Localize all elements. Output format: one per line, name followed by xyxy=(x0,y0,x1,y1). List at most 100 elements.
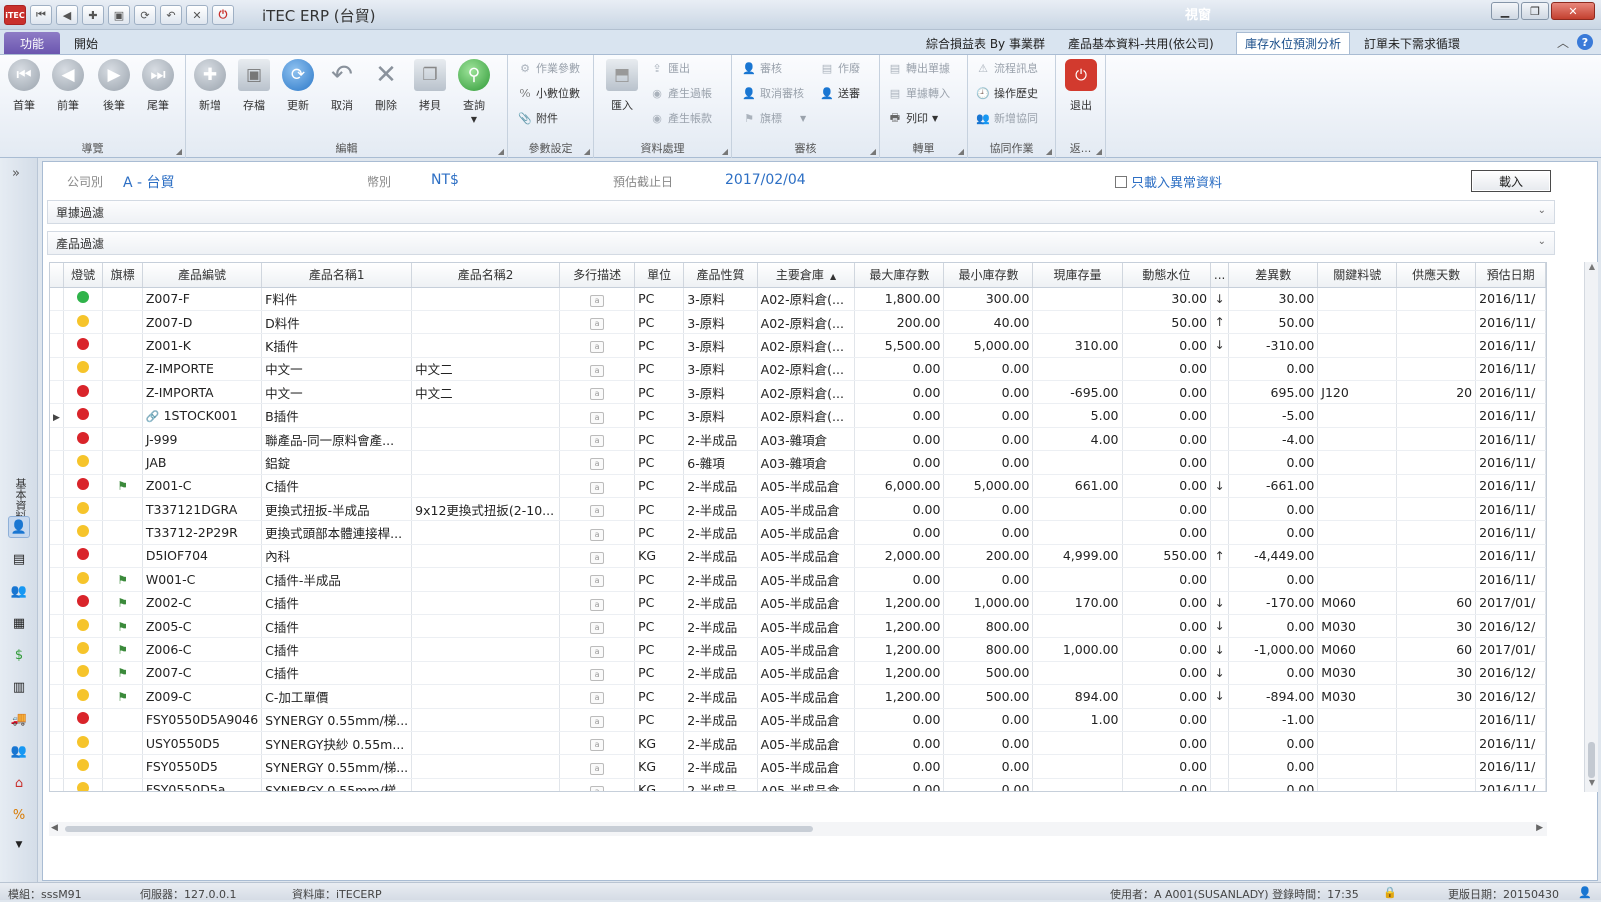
product-code-cell[interactable]: Z007-C xyxy=(142,661,263,686)
column-header-dyn[interactable]: 動態水位 xyxy=(1122,263,1212,288)
trend-arrow-cell[interactable] xyxy=(1210,357,1230,382)
estimated-date-cell[interactable]: 2016/11/ xyxy=(1475,450,1546,475)
product-code-cell[interactable]: T33712-2P29R xyxy=(142,520,263,545)
estimated-date-cell[interactable]: 2016/12/ xyxy=(1475,614,1546,639)
supply-days-cell[interactable] xyxy=(1396,778,1477,791)
max-stock-cell[interactable]: 6,000.00 xyxy=(854,474,945,499)
status-light-cell[interactable] xyxy=(63,333,104,358)
row-indicator[interactable] xyxy=(50,754,64,779)
warehouse-cell[interactable]: A05-半成品倉 xyxy=(757,708,856,732)
product-name2-cell[interactable] xyxy=(411,684,561,709)
table-row[interactable]: FSY0550D5 SYNERGY 0.55mm/梯... a KG 2-半成品 A05-… xyxy=(50,754,1546,779)
min-stock-cell[interactable]: 0.00 xyxy=(943,357,1034,382)
trend-arrow-cell[interactable] xyxy=(1210,450,1230,475)
table-row[interactable]: Z001-K K插件 a PC 3-原料 A02-原料倉(... 5,500.00 5,000… xyxy=(50,333,1546,358)
key-part-cell[interactable] xyxy=(1317,731,1398,756)
current-stock-cell[interactable]: 310.00 xyxy=(1032,333,1123,358)
dialog-launcher-icon[interactable]: ◢ xyxy=(1096,147,1102,156)
review-button[interactable]: 👤 審核 xyxy=(742,59,782,77)
key-part-cell[interactable] xyxy=(1317,567,1398,592)
product-code-cell[interactable]: Z001-C xyxy=(142,474,263,499)
estimated-date-cell[interactable]: 2016/11/ xyxy=(1475,754,1546,779)
status-light-cell[interactable] xyxy=(63,357,104,382)
nature-cell[interactable]: 3-原料 xyxy=(683,357,758,382)
unit-cell[interactable]: PC xyxy=(634,403,685,428)
min-stock-cell[interactable]: 200.00 xyxy=(943,544,1034,569)
next-button[interactable]: ▶ 後筆 xyxy=(92,59,136,113)
memo-icon[interactable]: a xyxy=(590,575,605,588)
difference-cell[interactable]: -4.00 xyxy=(1228,427,1319,452)
product-name1-cell[interactable]: SYNERGY抉紗 0.55m... xyxy=(261,731,413,756)
dynamic-level-cell[interactable]: 0.00 xyxy=(1122,403,1212,428)
copy-button[interactable]: ❐ 拷貝 xyxy=(408,59,452,113)
nature-cell[interactable]: 2-半成品 xyxy=(683,684,758,709)
warehouse-cell[interactable]: A05-半成品倉 xyxy=(757,591,856,615)
product-code-cell[interactable]: USY0550D5 xyxy=(142,731,263,756)
product-name2-cell[interactable] xyxy=(411,333,561,358)
trend-arrow-cell[interactable] xyxy=(1210,731,1230,756)
dynamic-level-cell[interactable]: 0.00 xyxy=(1122,520,1212,545)
tab-product-master[interactable]: 產品基本資料-共用(依公司) xyxy=(1060,32,1222,54)
status-light-cell[interactable] xyxy=(63,708,104,732)
estimated-date-cell[interactable]: 2016/11/ xyxy=(1475,474,1546,499)
trend-arrow-cell[interactable] xyxy=(1210,497,1230,522)
supply-days-cell[interactable] xyxy=(1396,731,1477,756)
status-light-cell[interactable] xyxy=(63,778,104,791)
row-indicator[interactable] xyxy=(50,544,64,569)
tab-pnl-by-group[interactable]: 綜合損益表 By 事業群 xyxy=(918,32,1053,54)
max-stock-cell[interactable]: 1,800.00 xyxy=(854,287,945,311)
product-code-cell[interactable]: JAB xyxy=(142,450,263,475)
chart-module-icon[interactable]: ▥ xyxy=(8,676,30,698)
column-header-light[interactable]: 燈號 xyxy=(63,263,104,288)
current-stock-cell[interactable]: 894.00 xyxy=(1032,684,1123,709)
current-stock-cell[interactable] xyxy=(1032,614,1123,639)
dynamic-level-cell[interactable]: 0.00 xyxy=(1122,567,1212,592)
estimated-date-cell[interactable]: 2016/11/ xyxy=(1475,708,1546,732)
difference-cell[interactable]: 0.00 xyxy=(1228,614,1319,639)
memo-icon[interactable]: a xyxy=(590,364,605,377)
max-stock-cell[interactable]: 0.00 xyxy=(854,778,945,791)
product-name1-cell[interactable]: 中文一 xyxy=(261,357,413,382)
column-header-code[interactable]: 產品編號 xyxy=(142,263,263,288)
max-stock-cell[interactable]: 5,500.00 xyxy=(854,333,945,358)
key-part-cell[interactable] xyxy=(1317,403,1398,428)
restore-icon[interactable]: ❐ xyxy=(1521,2,1549,20)
dynamic-level-cell[interactable]: 0.00 xyxy=(1122,731,1212,756)
current-stock-cell[interactable]: 170.00 xyxy=(1032,591,1123,615)
product-name1-cell[interactable]: 中文一 xyxy=(261,380,413,405)
estimated-date-cell[interactable]: 2016/11/ xyxy=(1475,310,1546,335)
memo-cell[interactable]: a xyxy=(559,614,636,639)
warehouse-cell[interactable]: A02-原料倉(... xyxy=(757,310,856,335)
status-light-cell[interactable] xyxy=(63,497,104,522)
current-stock-cell[interactable]: 4.00 xyxy=(1032,427,1123,452)
trend-arrow-cell[interactable] xyxy=(1210,778,1230,791)
column-header-more[interactable]: ... xyxy=(1210,263,1230,288)
min-stock-cell[interactable]: 0.00 xyxy=(943,520,1034,545)
memo-cell[interactable]: a xyxy=(559,567,636,592)
home-module-icon[interactable]: ⌂ xyxy=(8,772,30,794)
table-row[interactable]: ⚑ Z007-C C插件 a PC 2-半成品 A05-半成品倉 1,200.00 500.00… xyxy=(50,661,1546,686)
current-stock-cell[interactable]: 5.00 xyxy=(1032,403,1123,428)
warehouse-cell[interactable]: A03-雜項倉 xyxy=(757,450,856,475)
scroll-down-icon[interactable]: ▼ xyxy=(1585,778,1599,792)
max-stock-cell[interactable]: 0.00 xyxy=(854,357,945,382)
status-light-cell[interactable] xyxy=(63,544,104,569)
nature-cell[interactable]: 3-原料 xyxy=(683,403,758,428)
warehouse-cell[interactable]: A05-半成品倉 xyxy=(757,731,856,756)
scroll-left-icon[interactable]: ◀ xyxy=(51,823,58,833)
supply-days-cell[interactable] xyxy=(1396,497,1477,522)
unit-cell[interactable]: PC xyxy=(634,333,685,358)
tab-start[interactable]: 開始 xyxy=(66,32,106,54)
difference-cell[interactable]: -1.00 xyxy=(1228,708,1319,732)
status-light-cell[interactable] xyxy=(63,754,104,779)
difference-cell[interactable]: 0.00 xyxy=(1228,567,1319,592)
max-stock-cell[interactable]: 0.00 xyxy=(854,497,945,522)
unreview-button[interactable]: 👤 取消審核 xyxy=(742,84,804,102)
delete-quick-icon[interactable]: ✕ xyxy=(186,5,208,25)
unit-cell[interactable]: PC xyxy=(634,520,685,545)
estimated-date-cell[interactable]: 2016/11/ xyxy=(1475,333,1546,358)
column-header-days[interactable]: 供應天數 xyxy=(1396,263,1477,288)
product-code-cell[interactable]: FSY0550D5A9046 xyxy=(142,708,263,732)
table-row[interactable]: Z-IMPORTE 中文一 中文二 a PC 3-原料 A02-原料倉(... 0.00 0.0… xyxy=(50,357,1546,382)
nature-cell[interactable]: 2-半成品 xyxy=(683,731,758,756)
